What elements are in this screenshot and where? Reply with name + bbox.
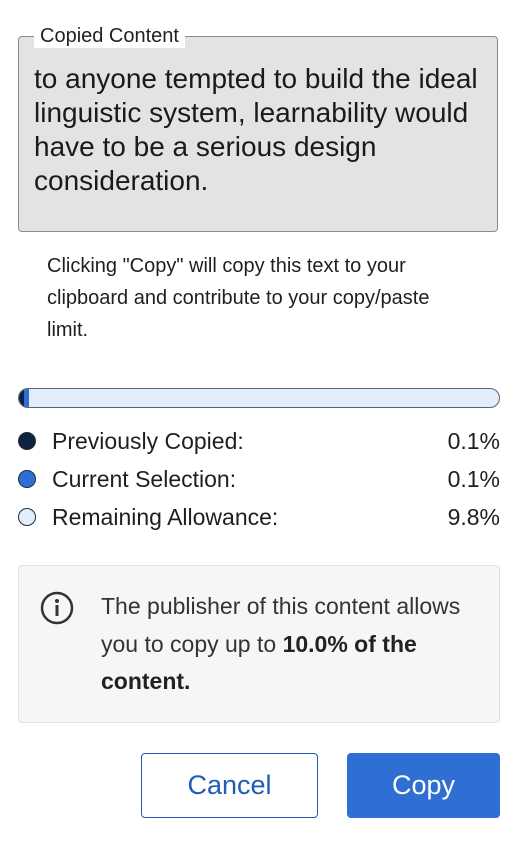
copy-notice: Clicking "Copy" will copy this text to y… (47, 255, 430, 341)
info-icon (40, 591, 74, 625)
legend-label: Current Selection: (52, 465, 237, 492)
copied-content-legend: Copied Content (34, 24, 185, 48)
previously-copied-dot (18, 432, 36, 450)
legend-label: Previously Copied: (52, 427, 244, 454)
legend-label: Remaining Allowance: (52, 503, 279, 530)
copied-content-text: to anyone tempted to build the ideal lin… (34, 63, 478, 196)
legend-current-selection: Current Selection: 0.1% (18, 464, 500, 494)
legend-value: 0.1% (447, 465, 500, 492)
current-selection-dot (18, 470, 36, 488)
legend-value: 9.8% (447, 503, 500, 530)
usage-progress-bar (18, 388, 500, 408)
remaining-allowance-dot (18, 508, 36, 526)
cancel-button[interactable]: Cancel (141, 753, 318, 818)
current-selection-segment (23, 389, 29, 407)
info-text: The publisher of this content allows you… (101, 588, 491, 701)
legend-remaining-allowance: Remaining Allowance: 9.8% (18, 502, 500, 532)
legend-previously-copied: Previously Copied: 0.1% (18, 426, 500, 456)
legend-value: 0.1% (447, 427, 500, 454)
copy-button[interactable]: Copy (347, 753, 500, 818)
